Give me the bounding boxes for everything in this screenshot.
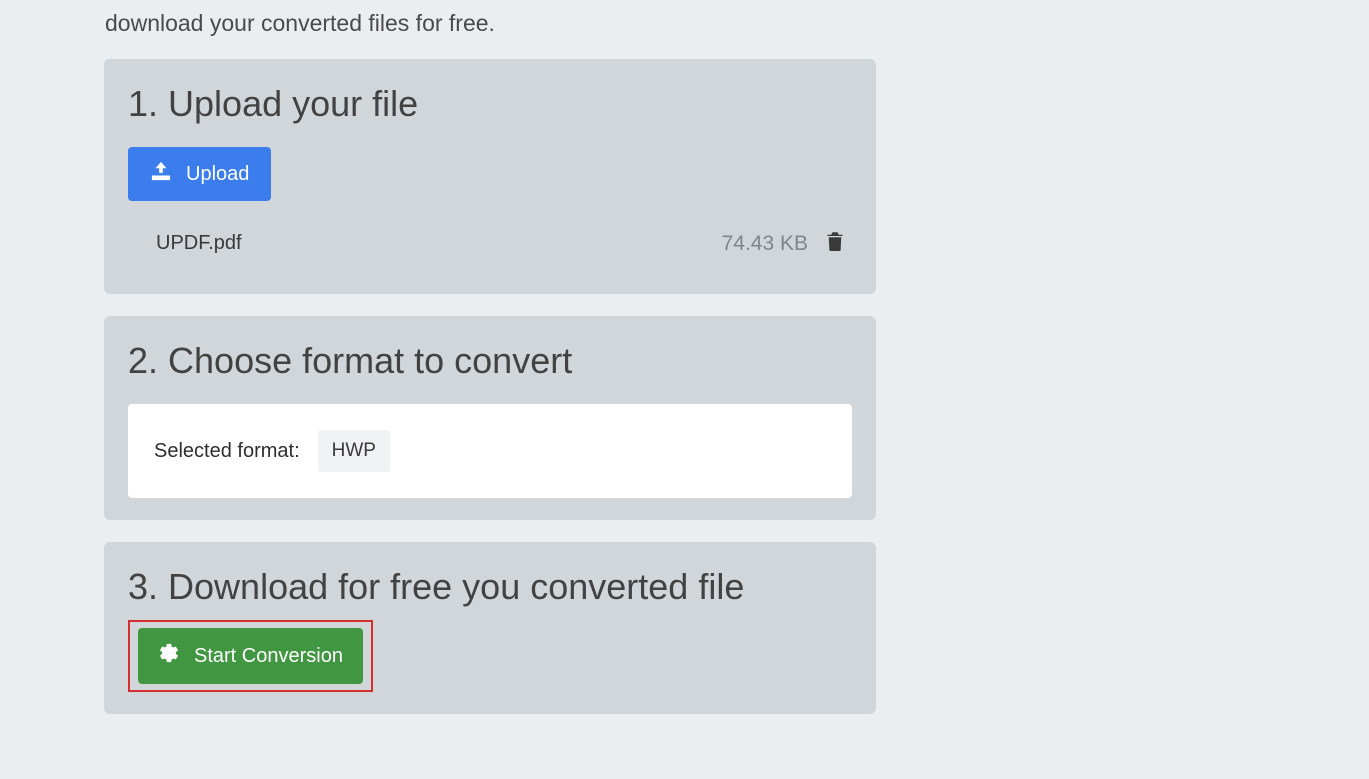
trash-icon[interactable]: [826, 231, 844, 256]
selected-format-label: Selected format:: [154, 440, 300, 463]
step-upload-card: 1. Upload your file Upload UPDF.pdf 74.4…: [104, 59, 876, 294]
step-download-card: 3. Download for free you converted file …: [104, 542, 876, 714]
step3-heading: 3. Download for free you converted file: [128, 566, 852, 608]
step2-heading: 2. Choose format to convert: [128, 340, 852, 382]
convert-highlight-box: Start Conversion: [128, 620, 373, 692]
upload-button[interactable]: Upload: [128, 147, 271, 201]
file-right-group: 74.43 KB: [722, 231, 844, 256]
format-box: Selected format: HWP: [128, 404, 852, 498]
start-conversion-button[interactable]: Start Conversion: [138, 628, 363, 684]
upload-button-label: Upload: [186, 163, 249, 186]
file-row: UPDF.pdf 74.43 KB: [128, 231, 852, 256]
step-format-card: 2. Choose format to convert Selected for…: [104, 316, 876, 520]
start-conversion-label: Start Conversion: [194, 645, 343, 668]
selected-format-value[interactable]: HWP: [318, 430, 390, 472]
file-size: 74.43 KB: [722, 232, 808, 256]
intro-text: download your converted files for free.: [0, 0, 1369, 37]
upload-icon: [150, 161, 172, 187]
gear-icon: [158, 642, 180, 670]
file-name: UPDF.pdf: [156, 232, 242, 255]
step1-heading: 1. Upload your file: [128, 83, 852, 125]
